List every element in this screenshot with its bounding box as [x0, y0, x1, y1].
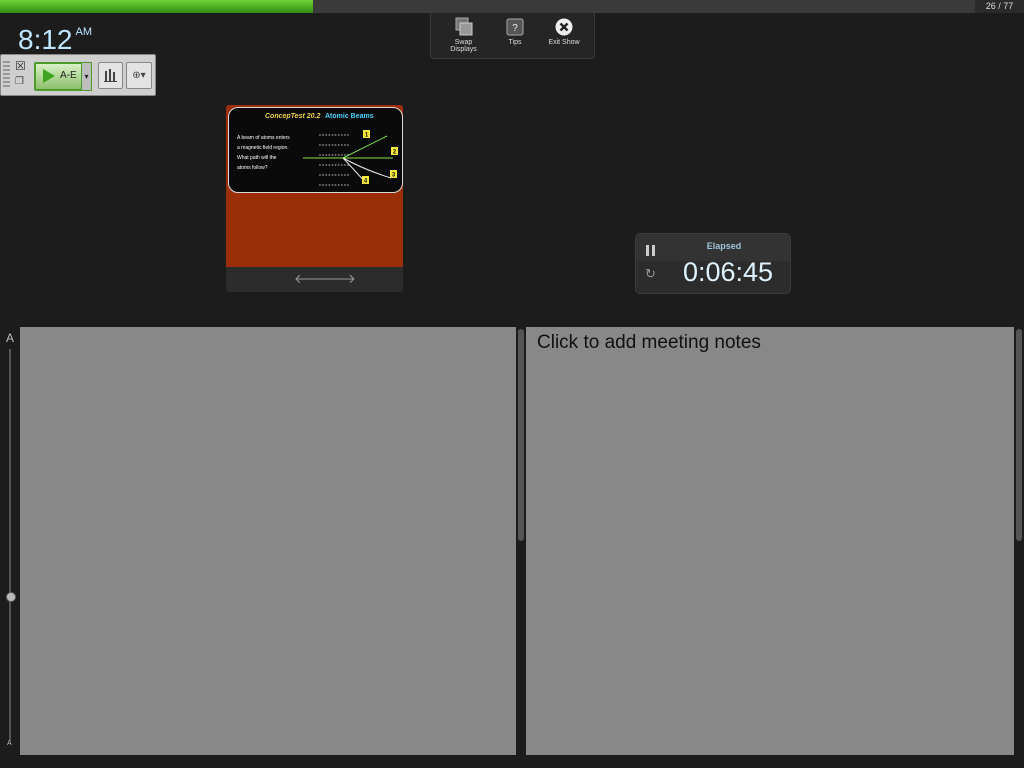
slide-question-line: atoms follow?: [237, 165, 268, 171]
clock: 8:12 AM: [18, 24, 92, 56]
svg-text:x x x x x x x x x x: x x x x x x x x x x: [319, 152, 349, 157]
reset-icon[interactable]: ↻: [645, 266, 656, 282]
slide-thumbnail[interactable]: ConcepTest 20.2 Atomic Beams A beam of a…: [226, 105, 403, 267]
tips-icon: ?: [506, 18, 524, 36]
slide-progress-fill: [0, 0, 313, 13]
copy-icon[interactable]: ❐: [15, 76, 27, 88]
svg-text:x x x x x x x x x x: x x x x x x x x x x: [319, 182, 349, 187]
notes-scrollbar-thumb[interactable]: [518, 329, 524, 541]
svg-text:?: ?: [512, 23, 518, 34]
close-circle-icon: [555, 18, 573, 36]
font-size-track[interactable]: [9, 349, 11, 741]
bar-chart-icon: [104, 69, 117, 82]
presenter-toolbar: Swap Displays ? Tips Exit Show: [430, 13, 595, 59]
pause-icon[interactable]: [646, 245, 656, 256]
swap-displays-button[interactable]: Swap Displays: [441, 17, 486, 53]
clock-ampm: AM: [75, 26, 93, 38]
elapsed-timer: Elapsed ↻ 0:06:45: [635, 233, 791, 294]
timer-value: 0:06:45: [682, 257, 774, 287]
slide-content-card: ConcepTest 20.2 Atomic Beams A beam of a…: [228, 107, 403, 193]
play-icon: [43, 69, 55, 83]
start-poll-button[interactable]: A-E: [34, 62, 84, 91]
grip-icon[interactable]: [3, 61, 10, 89]
close-icon[interactable]: ☒: [15, 60, 27, 72]
swap-displays-label: Swap Displays: [450, 39, 477, 53]
slide-title-topic: Atomic Beams: [325, 113, 374, 120]
slide-question-line: What path will the: [237, 155, 277, 161]
slide-question-line: A beam of atoms enters: [237, 135, 290, 141]
svg-text:x x x x x x x x x x: x x x x x x x x x x: [319, 162, 349, 167]
meeting-notes-area[interactable]: Click to add meeting notes: [526, 327, 1014, 755]
meeting-notes-placeholder: Click to add meeting notes: [537, 332, 761, 353]
slide-progress-bar: [0, 0, 975, 13]
exit-show-label: Exit Show: [548, 39, 580, 46]
font-size-small-label: A: [7, 740, 12, 747]
current-slide-preview: ConcepTest 20.2 Atomic Beams A beam of a…: [226, 105, 403, 292]
svg-text:x x x x x x x x x x: x x x x x x x x x x: [319, 142, 349, 147]
tips-label: Tips: [508, 39, 522, 46]
font-size-slider: A A: [0, 327, 20, 755]
globe-icon[interactable]: ⊕▾: [126, 62, 152, 89]
swap-displays-icon: [455, 17, 472, 36]
poll-choices-label: A-E: [60, 70, 77, 81]
results-chart-button[interactable]: [98, 62, 123, 89]
exit-show-button[interactable]: Exit Show: [545, 17, 583, 46]
tool-palette: ☒ ❐ A-E ▾ ⊕▾: [0, 54, 156, 96]
font-size-thumb[interactable]: [6, 591, 16, 602]
chevron-down-icon[interactable]: ▾: [81, 62, 92, 91]
tips-button[interactable]: ? Tips: [504, 17, 526, 46]
meeting-notes-scrollbar[interactable]: [1014, 327, 1024, 755]
clock-time: 8:12: [18, 24, 73, 55]
slide-question: A beam of atoms enters a magnetic field …: [237, 133, 303, 173]
slide-counter: 26 / 77: [975, 0, 1024, 13]
slide-navigation: 🡐 🡒: [226, 267, 403, 292]
slide-question-line: a magnetic field region.: [237, 145, 289, 151]
font-size-large-label: A: [6, 331, 15, 345]
slide-title-concept: ConcepTest 20.2: [265, 113, 321, 120]
svg-text:x x x x x x x x x x: x x x x x x x x x x: [319, 132, 349, 137]
arrow-right-icon[interactable]: 🡒: [321, 271, 356, 287]
meeting-notes-scrollbar-thumb[interactable]: [1016, 329, 1022, 541]
timer-label: Elapsed: [706, 241, 742, 251]
svg-text:x x x x x x x x x x: x x x x x x x x x x: [319, 172, 349, 177]
magnetic-field-diagram: x x x x x x x x x x x x x x x x x x x x …: [303, 130, 398, 187]
presenter-notes-area[interactable]: [20, 327, 516, 755]
pane-divider[interactable]: [516, 327, 526, 755]
